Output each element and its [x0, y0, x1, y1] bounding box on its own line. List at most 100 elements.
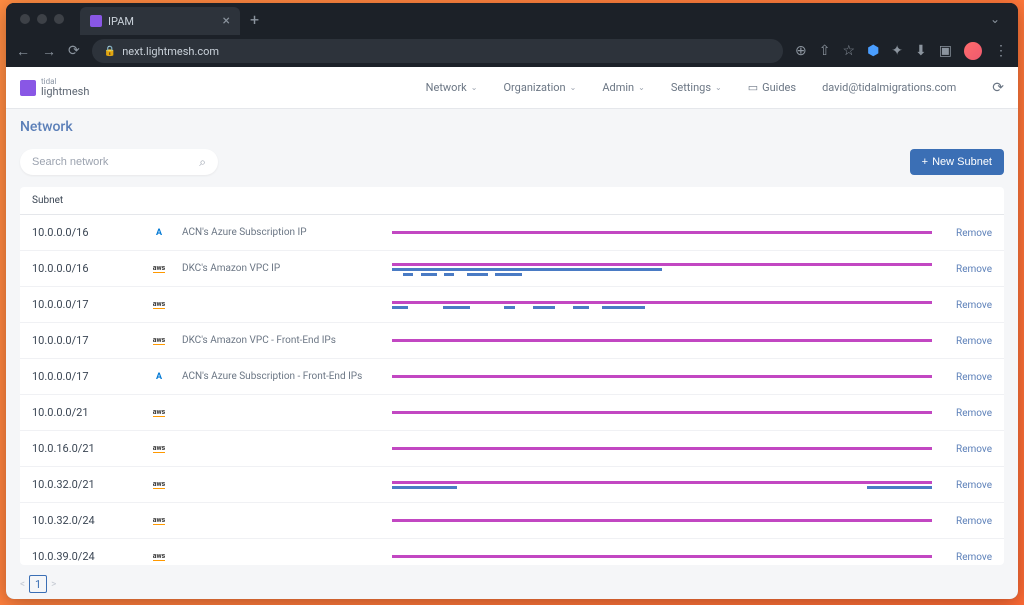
mac-close-icon[interactable]: [20, 14, 30, 24]
table-row[interactable]: 10.0.0.0/21aws Remove: [20, 395, 1004, 431]
tab-close-icon[interactable]: ×: [223, 13, 230, 29]
app-header: tidal lightmesh Network⌄ Organization⌄ A…: [6, 67, 1018, 109]
remove-link[interactable]: Remove: [956, 516, 992, 527]
nav-admin[interactable]: Admin⌄: [602, 81, 644, 94]
mac-minimize-icon[interactable]: [37, 14, 47, 24]
subnet-utilization-viz: [392, 227, 932, 238]
url-input[interactable]: 🔒 next.lightmesh.com: [92, 39, 783, 63]
browser-window: IPAM × + ⌄ ← → ⟳ 🔒 next.lightmesh.com ⊕ …: [6, 3, 1018, 599]
chevron-down-icon: ⌄: [570, 83, 577, 92]
new-subnet-button[interactable]: + New Subnet: [910, 149, 1004, 175]
nav-guides[interactable]: ▭Guides: [748, 81, 796, 94]
page-prev-button[interactable]: <: [20, 579, 25, 590]
remove-link[interactable]: Remove: [956, 228, 992, 239]
table-header-row: Subnet: [20, 187, 1004, 215]
remove-link[interactable]: Remove: [956, 372, 992, 383]
browser-extension-icons: ⊕ ⇧ ☆ ⬢ ✦ ⬇ ▣ ⋮: [795, 42, 1008, 60]
table-row[interactable]: 10.0.0.0/17AACN's Azure Subscription - F…: [20, 359, 1004, 395]
table-row[interactable]: 10.0.0.0/16awsDKC's Amazon VPC IPRemove: [20, 251, 1004, 287]
subnet-utilization-viz: [392, 407, 932, 418]
chevron-down-icon: ⌄: [471, 83, 478, 92]
puzzle-icon[interactable]: ✦: [891, 43, 903, 59]
aws-icon: aws: [152, 514, 166, 528]
provider-cell: aws: [152, 262, 182, 276]
tab-title: IPAM: [108, 15, 134, 28]
chevron-down-icon: ⌄: [715, 83, 722, 92]
zoom-icon[interactable]: ⊕: [795, 43, 807, 59]
page-next-button[interactable]: >: [51, 579, 56, 590]
refresh-icon[interactable]: ⟳: [992, 80, 1004, 96]
search-input[interactable]: [32, 156, 199, 168]
remove-link[interactable]: Remove: [956, 480, 992, 491]
search-box[interactable]: ⌕: [20, 149, 218, 175]
provider-cell: aws: [152, 550, 182, 564]
remove-link[interactable]: Remove: [956, 336, 992, 347]
subnet-cidr: 10.0.0.0/17: [32, 370, 152, 383]
table-row[interactable]: 10.0.16.0/21awsRemove: [20, 431, 1004, 467]
forward-button[interactable]: →: [42, 43, 56, 60]
subnet-description: ACN's Azure Subscription - Front-End IPs: [182, 371, 392, 382]
provider-cell: aws: [152, 298, 182, 312]
reload-button[interactable]: ⟳: [68, 43, 80, 59]
app-logo[interactable]: tidal lightmesh: [20, 78, 89, 97]
back-button[interactable]: ←: [16, 43, 30, 60]
table-row[interactable]: 10.0.32.0/24awsRemove: [20, 503, 1004, 539]
subnet-cidr: 10.0.0.0/16: [32, 262, 152, 275]
book-icon: ▭: [748, 81, 758, 94]
subnet-utilization-viz: [392, 335, 932, 346]
browser-tab[interactable]: IPAM ×: [80, 7, 240, 35]
subnet-utilization-viz: [392, 259, 932, 279]
download-icon[interactable]: ⬇: [915, 43, 927, 59]
logo-text: tidal lightmesh: [41, 78, 89, 97]
menu-icon[interactable]: ⋮: [994, 43, 1008, 59]
subnet-cidr: 10.0.0.0/21: [32, 406, 152, 419]
subnet-cidr: 10.0.0.0/16: [32, 226, 152, 239]
window-controls[interactable]: [20, 14, 64, 24]
provider-cell: aws: [152, 334, 182, 348]
provider-cell: aws: [152, 514, 182, 528]
subnet-utilization-viz: [392, 297, 932, 312]
subnet-cidr: 10.0.32.0/21: [32, 478, 152, 491]
subnet-cidr: 10.0.0.0/17: [32, 298, 152, 311]
mac-maximize-icon[interactable]: [54, 14, 64, 24]
col-header-subnet: Subnet: [32, 195, 152, 206]
browser-tab-bar: IPAM × + ⌄: [6, 3, 1018, 35]
table-row[interactable]: 10.0.0.0/16AACN's Azure Subscription IPR…: [20, 215, 1004, 251]
table-row[interactable]: 10.0.39.0/24awsRemove: [20, 539, 1004, 565]
azure-icon: A: [152, 226, 166, 240]
page-number-button[interactable]: 1: [29, 575, 47, 593]
nav-network[interactable]: Network⌄: [426, 81, 478, 94]
new-tab-button[interactable]: +: [250, 10, 259, 29]
url-text: next.lightmesh.com: [122, 45, 219, 58]
aws-icon: aws: [152, 442, 166, 456]
aws-icon: aws: [152, 550, 166, 564]
remove-link[interactable]: Remove: [956, 444, 992, 455]
table-row[interactable]: 10.0.32.0/21awsRemove: [20, 467, 1004, 503]
nav-settings[interactable]: Settings⌄: [671, 81, 722, 94]
chevron-down-icon: ⌄: [638, 83, 645, 92]
subnet-utilization-viz: [392, 551, 932, 562]
remove-link[interactable]: Remove: [956, 552, 992, 563]
plus-icon: +: [922, 156, 928, 168]
nav-organization[interactable]: Organization⌄: [503, 81, 576, 94]
panel-icon[interactable]: ▣: [939, 43, 952, 59]
share-icon[interactable]: ⇧: [819, 43, 831, 59]
nav-user-email[interactable]: david@tidalmigrations.com: [822, 81, 956, 94]
aws-icon: aws: [152, 406, 166, 420]
provider-cell: A: [152, 370, 182, 384]
remove-link[interactable]: Remove: [956, 300, 992, 311]
table-row[interactable]: 10.0.0.0/17aws Remove: [20, 287, 1004, 323]
provider-cell: A: [152, 226, 182, 240]
extension-icon[interactable]: ⬢: [867, 43, 879, 59]
table-row[interactable]: 10.0.0.0/17awsDKC's Amazon VPC - Front-E…: [20, 323, 1004, 359]
app-content: tidal lightmesh Network⌄ Organization⌄ A…: [6, 67, 1018, 599]
remove-link[interactable]: Remove: [956, 264, 992, 275]
toolbar: ⌕ + New Subnet: [6, 139, 1018, 187]
profile-avatar-icon[interactable]: [964, 42, 982, 60]
browser-address-bar: ← → ⟳ 🔒 next.lightmesh.com ⊕ ⇧ ☆ ⬢ ✦ ⬇ ▣…: [6, 35, 1018, 67]
subnet-table: Subnet 10.0.0.0/16AACN's Azure Subscript…: [20, 187, 1004, 565]
remove-link[interactable]: Remove: [956, 408, 992, 419]
bookmark-icon[interactable]: ☆: [843, 43, 856, 59]
subnet-cidr: 10.0.0.0/17: [32, 334, 152, 347]
tab-overflow-icon[interactable]: ⌄: [990, 12, 1010, 26]
